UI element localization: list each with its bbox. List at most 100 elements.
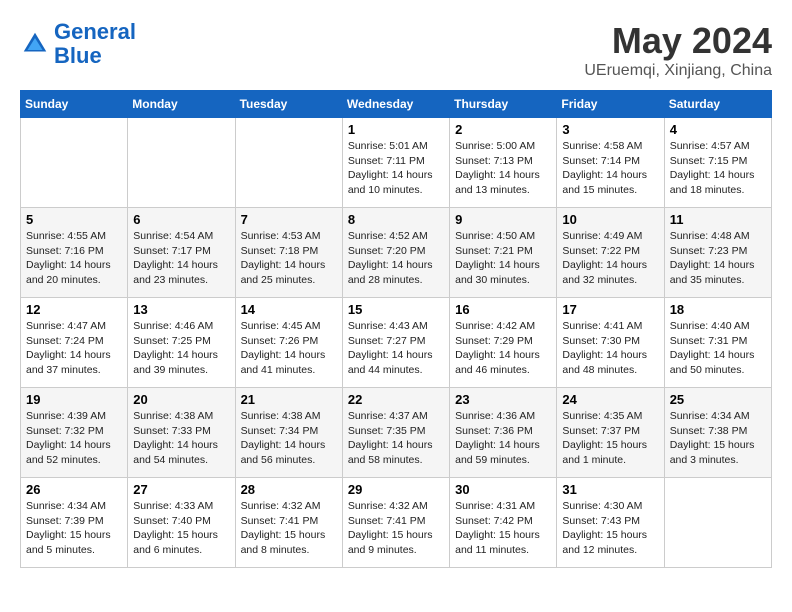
calendar-cell: 3 Sunrise: 4:58 AM Sunset: 7:14 PM Daylig… [557, 118, 664, 208]
day-info: Sunrise: 4:50 AM Sunset: 7:21 PM Dayligh… [455, 229, 551, 288]
day-number: 12 [26, 302, 122, 317]
day-number: 20 [133, 392, 229, 407]
day-info: Sunrise: 4:52 AM Sunset: 7:20 PM Dayligh… [348, 229, 444, 288]
calendar-cell: 20 Sunrise: 4:38 AM Sunset: 7:33 PM Dayli… [128, 388, 235, 478]
day-info: Sunrise: 4:32 AM Sunset: 7:41 PM Dayligh… [348, 499, 444, 558]
day-info: Sunrise: 4:37 AM Sunset: 7:35 PM Dayligh… [348, 409, 444, 468]
day-number: 27 [133, 482, 229, 497]
day-info: Sunrise: 4:48 AM Sunset: 7:23 PM Dayligh… [670, 229, 766, 288]
logo: General Blue [20, 20, 136, 68]
logo-icon [20, 29, 50, 59]
day-info: Sunrise: 4:42 AM Sunset: 7:29 PM Dayligh… [455, 319, 551, 378]
day-number: 4 [670, 122, 766, 137]
calendar-cell: 1 Sunrise: 5:01 AM Sunset: 7:11 PM Daylig… [342, 118, 449, 208]
calendar-cell: 10Sunrise: 4:49 AM Sunset: 7:22 PM Dayli… [557, 208, 664, 298]
calendar-cell: 21Sunrise: 4:38 AM Sunset: 7:34 PM Dayli… [235, 388, 342, 478]
calendar-cell: 22 Sunrise: 4:37 AM Sunset: 7:35 PM Dayli… [342, 388, 449, 478]
day-number: 22 [348, 392, 444, 407]
day-info: Sunrise: 4:30 AM Sunset: 7:43 PM Dayligh… [562, 499, 658, 558]
day-number: 1 [348, 122, 444, 137]
day-number: 13 [133, 302, 229, 317]
calendar-cell: 4Sunrise: 4:57 AM Sunset: 7:15 PM Daylig… [664, 118, 771, 208]
day-number: 7 [241, 212, 337, 227]
calendar-cell: 28 Sunrise: 4:32 AM Sunset: 7:41 PM Dayli… [235, 478, 342, 568]
day-number: 6 [133, 212, 229, 227]
day-info: Sunrise: 4:34 AM Sunset: 7:39 PM Dayligh… [26, 499, 122, 558]
calendar-week-row: 26 Sunrise: 4:34 AM Sunset: 7:39 PM Dayli… [21, 478, 772, 568]
day-info: Sunrise: 4:55 AM Sunset: 7:16 PM Dayligh… [26, 229, 122, 288]
calendar-cell: 11Sunrise: 4:48 AM Sunset: 7:23 PM Dayli… [664, 208, 771, 298]
calendar-cell: 25Sunrise: 4:34 AM Sunset: 7:38 PM Dayli… [664, 388, 771, 478]
day-info: Sunrise: 4:58 AM Sunset: 7:14 PM Dayligh… [562, 139, 658, 198]
day-number: 28 [241, 482, 337, 497]
day-info: Sunrise: 4:36 AM Sunset: 7:36 PM Dayligh… [455, 409, 551, 468]
day-number: 24 [562, 392, 658, 407]
day-info: Sunrise: 4:39 AM Sunset: 7:32 PM Dayligh… [26, 409, 122, 468]
calendar-table: SundayMondayTuesdayWednesdayThursdayFrid… [20, 90, 772, 568]
day-number: 29 [348, 482, 444, 497]
day-info: Sunrise: 4:54 AM Sunset: 7:17 PM Dayligh… [133, 229, 229, 288]
weekday-header: Tuesday [235, 91, 342, 118]
day-number: 15 [348, 302, 444, 317]
page-header: General Blue May 2024 UEruemqi, Xinjiang… [20, 20, 772, 80]
day-info: Sunrise: 4:32 AM Sunset: 7:41 PM Dayligh… [241, 499, 337, 558]
day-number: 18 [670, 302, 766, 317]
day-number: 2 [455, 122, 551, 137]
day-number: 3 [562, 122, 658, 137]
day-info: Sunrise: 4:53 AM Sunset: 7:18 PM Dayligh… [241, 229, 337, 288]
day-info: Sunrise: 4:33 AM Sunset: 7:40 PM Dayligh… [133, 499, 229, 558]
day-info: Sunrise: 4:34 AM Sunset: 7:38 PM Dayligh… [670, 409, 766, 468]
calendar-cell: 2 Sunrise: 5:00 AM Sunset: 7:13 PM Daylig… [450, 118, 557, 208]
calendar-week-row: 1 Sunrise: 5:01 AM Sunset: 7:11 PM Daylig… [21, 118, 772, 208]
calendar-cell: 6 Sunrise: 4:54 AM Sunset: 7:17 PM Daylig… [128, 208, 235, 298]
day-info: Sunrise: 4:38 AM Sunset: 7:34 PM Dayligh… [241, 409, 337, 468]
calendar-cell: 12 Sunrise: 4:47 AM Sunset: 7:24 PM Dayli… [21, 298, 128, 388]
day-number: 19 [26, 392, 122, 407]
calendar-cell: 13 Sunrise: 4:46 AM Sunset: 7:25 PM Dayli… [128, 298, 235, 388]
day-info: Sunrise: 4:38 AM Sunset: 7:33 PM Dayligh… [133, 409, 229, 468]
weekday-header: Wednesday [342, 91, 449, 118]
title-block: May 2024 UEruemqi, Xinjiang, China [584, 20, 772, 80]
logo-line2: Blue [54, 43, 102, 68]
calendar-cell: 5 Sunrise: 4:55 AM Sunset: 7:16 PM Daylig… [21, 208, 128, 298]
logo-text: General Blue [54, 20, 136, 68]
calendar-cell: 17 Sunrise: 4:41 AM Sunset: 7:30 PM Dayli… [557, 298, 664, 388]
day-number: 23 [455, 392, 551, 407]
day-number: 31 [562, 482, 658, 497]
day-info: Sunrise: 4:40 AM Sunset: 7:31 PM Dayligh… [670, 319, 766, 378]
day-number: 5 [26, 212, 122, 227]
calendar-week-row: 19 Sunrise: 4:39 AM Sunset: 7:32 PM Dayli… [21, 388, 772, 478]
day-info: Sunrise: 4:47 AM Sunset: 7:24 PM Dayligh… [26, 319, 122, 378]
weekday-header: Saturday [664, 91, 771, 118]
calendar-cell: 18 Sunrise: 4:40 AM Sunset: 7:31 PM Dayli… [664, 298, 771, 388]
day-number: 16 [455, 302, 551, 317]
day-number: 17 [562, 302, 658, 317]
calendar-cell: 29 Sunrise: 4:32 AM Sunset: 7:41 PM Dayli… [342, 478, 449, 568]
day-info: Sunrise: 5:01 AM Sunset: 7:11 PM Dayligh… [348, 139, 444, 198]
day-info: Sunrise: 4:46 AM Sunset: 7:25 PM Dayligh… [133, 319, 229, 378]
calendar-cell: 24 Sunrise: 4:35 AM Sunset: 7:37 PM Dayli… [557, 388, 664, 478]
calendar-cell [128, 118, 235, 208]
weekday-header: Friday [557, 91, 664, 118]
day-number: 10 [562, 212, 658, 227]
day-info: Sunrise: 5:00 AM Sunset: 7:13 PM Dayligh… [455, 139, 551, 198]
calendar-cell: 27 Sunrise: 4:33 AM Sunset: 7:40 PM Dayli… [128, 478, 235, 568]
day-info: Sunrise: 4:31 AM Sunset: 7:42 PM Dayligh… [455, 499, 551, 558]
logo-line1: General [54, 19, 136, 44]
calendar-cell: 8 Sunrise: 4:52 AM Sunset: 7:20 PM Daylig… [342, 208, 449, 298]
day-number: 30 [455, 482, 551, 497]
calendar-cell [21, 118, 128, 208]
calendar-cell: 14Sunrise: 4:45 AM Sunset: 7:26 PM Dayli… [235, 298, 342, 388]
calendar-cell: 31 Sunrise: 4:30 AM Sunset: 7:43 PM Dayli… [557, 478, 664, 568]
day-info: Sunrise: 4:41 AM Sunset: 7:30 PM Dayligh… [562, 319, 658, 378]
calendar-cell: 16 Sunrise: 4:42 AM Sunset: 7:29 PM Dayli… [450, 298, 557, 388]
day-number: 14 [241, 302, 337, 317]
calendar-cell: 19 Sunrise: 4:39 AM Sunset: 7:32 PM Dayli… [21, 388, 128, 478]
calendar-week-row: 5 Sunrise: 4:55 AM Sunset: 7:16 PM Daylig… [21, 208, 772, 298]
day-number: 26 [26, 482, 122, 497]
day-number: 8 [348, 212, 444, 227]
day-info: Sunrise: 4:35 AM Sunset: 7:37 PM Dayligh… [562, 409, 658, 468]
calendar-cell: 7 Sunrise: 4:53 AM Sunset: 7:18 PM Daylig… [235, 208, 342, 298]
subtitle: UEruemqi, Xinjiang, China [584, 62, 772, 80]
weekday-header: Monday [128, 91, 235, 118]
